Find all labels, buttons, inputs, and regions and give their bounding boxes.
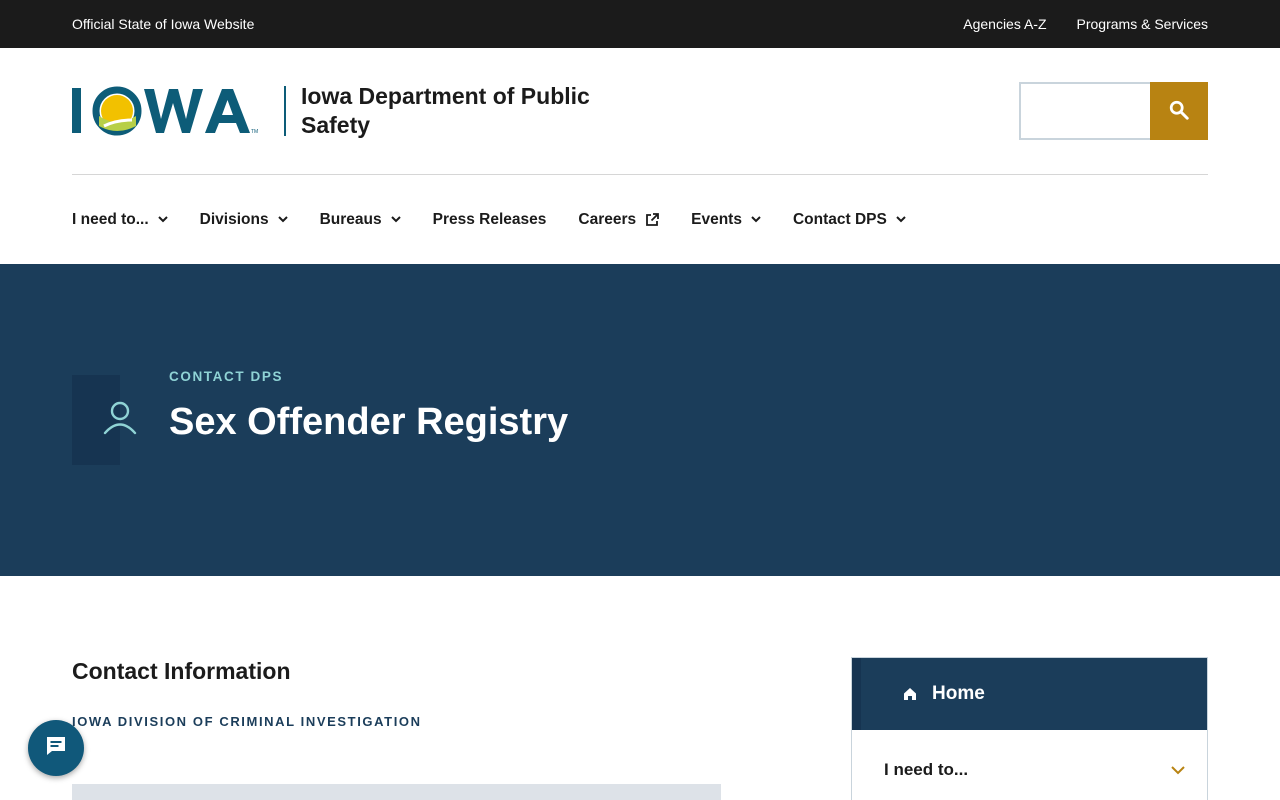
nav-careers[interactable]: Careers xyxy=(578,210,660,229)
hero-icon-box xyxy=(72,375,137,465)
utility-links: Agencies A-Z Programs & Services xyxy=(963,16,1208,32)
external-link-icon xyxy=(645,212,660,227)
chevron-down-icon xyxy=(896,216,906,223)
page-hero: CONTACT DPS Sex Offender Registry xyxy=(0,264,1280,576)
chevron-down-icon xyxy=(751,216,761,223)
chevron-down-icon xyxy=(1171,760,1185,780)
main-content: Contact Information IOWA DIVISION OF CRI… xyxy=(0,576,1280,800)
side-nav-home[interactable]: Home xyxy=(852,658,1207,730)
side-nav: Home I need to... xyxy=(851,657,1208,800)
nav-label: Careers xyxy=(578,210,637,228)
nav-contact-dps[interactable]: Contact DPS xyxy=(793,211,906,229)
chat-button[interactable] xyxy=(28,720,84,776)
nav-i-need-to[interactable]: I need to... xyxy=(72,211,168,229)
person-icon xyxy=(72,400,138,441)
nav-divisions[interactable]: Divisions xyxy=(200,211,288,229)
nav-label: Press Releases xyxy=(432,210,547,228)
contact-card xyxy=(72,784,721,800)
nav-bureaus[interactable]: Bureaus xyxy=(320,211,401,229)
home-icon xyxy=(903,687,917,701)
chevron-down-icon xyxy=(157,216,168,223)
nav-label: Bureaus xyxy=(319,210,382,228)
chevron-down-icon xyxy=(390,216,401,223)
chevron-down-icon xyxy=(277,216,288,223)
svg-text:TM: TM xyxy=(251,129,258,135)
search-button[interactable] xyxy=(1150,82,1208,140)
nav-label: Divisions xyxy=(199,210,269,228)
agencies-a-z-link[interactable]: Agencies A-Z xyxy=(963,16,1046,32)
side-nav-item-label: I need to... xyxy=(884,760,969,779)
programs-services-link[interactable]: Programs & Services xyxy=(1077,16,1208,32)
utility-bar: Official State of Iowa Website Agencies … xyxy=(0,0,1280,48)
nav-events[interactable]: Events xyxy=(691,211,761,229)
search-icon xyxy=(1168,99,1190,124)
division-label: IOWA DIVISION OF CRIMINAL INVESTIGATION xyxy=(72,714,422,729)
page-title: Sex Offender Registry xyxy=(169,401,569,443)
official-site-text: Official State of Iowa Website xyxy=(72,16,255,32)
contact-heading: Contact Information xyxy=(72,658,291,684)
side-nav-home-label: Home xyxy=(932,683,985,704)
iowa-logo: TM xyxy=(72,86,272,136)
chat-icon xyxy=(44,734,68,763)
nav-label: Events xyxy=(691,210,742,228)
nav-label: I need to... xyxy=(72,210,149,228)
logo-divider xyxy=(284,86,286,136)
agency-name[interactable]: Iowa Department of Public Safety xyxy=(301,82,641,140)
side-nav-i-need-to[interactable]: I need to... xyxy=(852,730,1207,800)
main-nav: I need to... Divisions Bureaus Press Rel… xyxy=(0,175,1280,264)
logo-link[interactable]: TM Iowa Department of Public Safety xyxy=(72,81,641,141)
breadcrumb[interactable]: CONTACT DPS xyxy=(169,369,283,384)
nav-label: Contact DPS xyxy=(792,210,887,228)
site-header: TM Iowa Department of Public Safety xyxy=(0,48,1280,174)
nav-press-releases[interactable]: Press Releases xyxy=(433,211,547,229)
search-input[interactable] xyxy=(1019,82,1150,140)
site-search xyxy=(1019,82,1208,140)
